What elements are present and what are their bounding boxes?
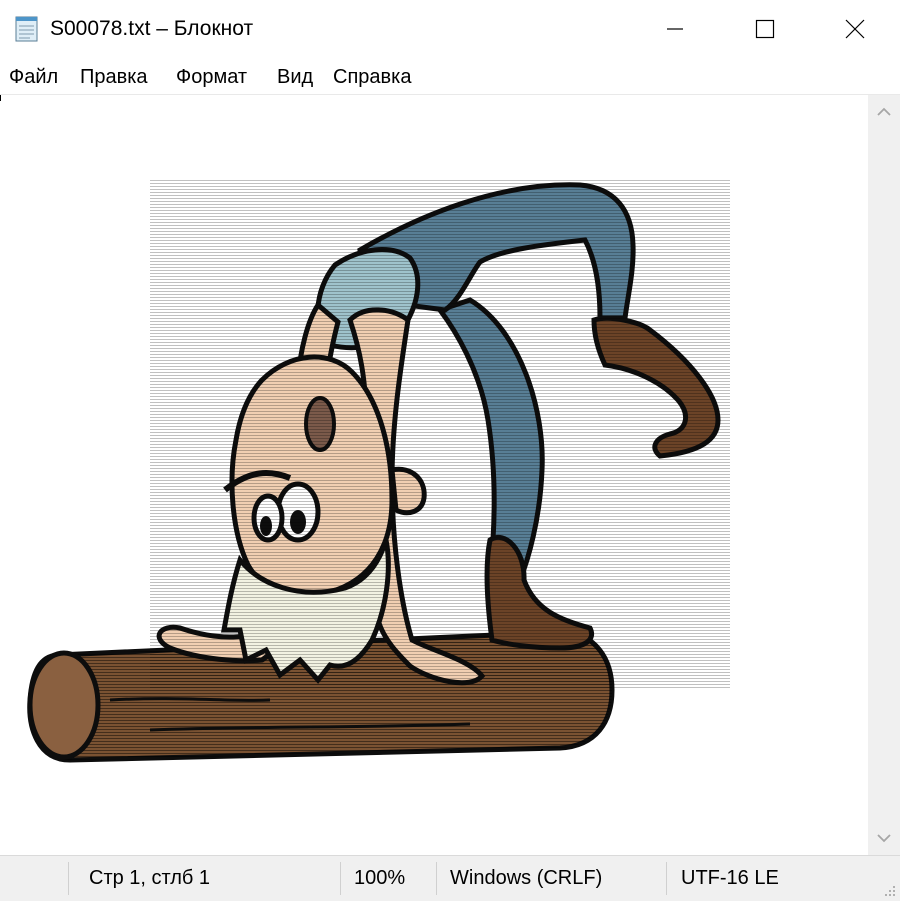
scroll-up-button[interactable] — [868, 95, 900, 129]
text-caret — [0, 95, 1, 101]
maximize-icon — [755, 19, 775, 39]
status-bar: Стр 1, стлб 1 100% Windows (CRLF) UTF-16… — [0, 855, 900, 901]
menu-edit[interactable]: Правка — [80, 65, 148, 89]
maximize-button[interactable] — [720, 0, 810, 58]
resize-grip-icon[interactable] — [883, 884, 897, 898]
status-separator — [68, 862, 69, 895]
status-separator — [436, 862, 437, 895]
minimize-button[interactable] — [630, 0, 720, 58]
ascii-art-illustration — [27, 180, 730, 763]
encoding: UTF-16 LE — [681, 867, 779, 889]
scroll-down-button[interactable] — [868, 821, 900, 855]
title-bar: S00078.txt – Блокнот — [0, 0, 900, 58]
line-ending: Windows (CRLF) — [450, 867, 603, 889]
close-button[interactable] — [810, 0, 900, 58]
cursor-position: Стр 1, стлб 1 — [89, 867, 211, 889]
vertical-scrollbar[interactable] — [868, 95, 900, 855]
menu-format[interactable]: Формат — [176, 65, 247, 89]
status-separator — [666, 862, 667, 895]
menu-bar: Файл Правка Формат Вид Справка — [0, 58, 900, 95]
menu-file[interactable]: Файл — [9, 65, 58, 89]
minimize-icon — [667, 28, 683, 30]
chevron-down-icon — [877, 834, 891, 843]
menu-view[interactable]: Вид — [277, 65, 313, 89]
text-editor[interactable] — [0, 95, 868, 855]
menu-help[interactable]: Справка — [333, 65, 411, 89]
zoom-level: 100% — [354, 867, 406, 889]
status-separator — [340, 862, 341, 895]
notepad-icon — [15, 16, 38, 42]
chevron-up-icon — [877, 107, 891, 116]
close-icon — [845, 19, 865, 39]
window-title: S00078.txt – Блокнот — [50, 17, 254, 40]
